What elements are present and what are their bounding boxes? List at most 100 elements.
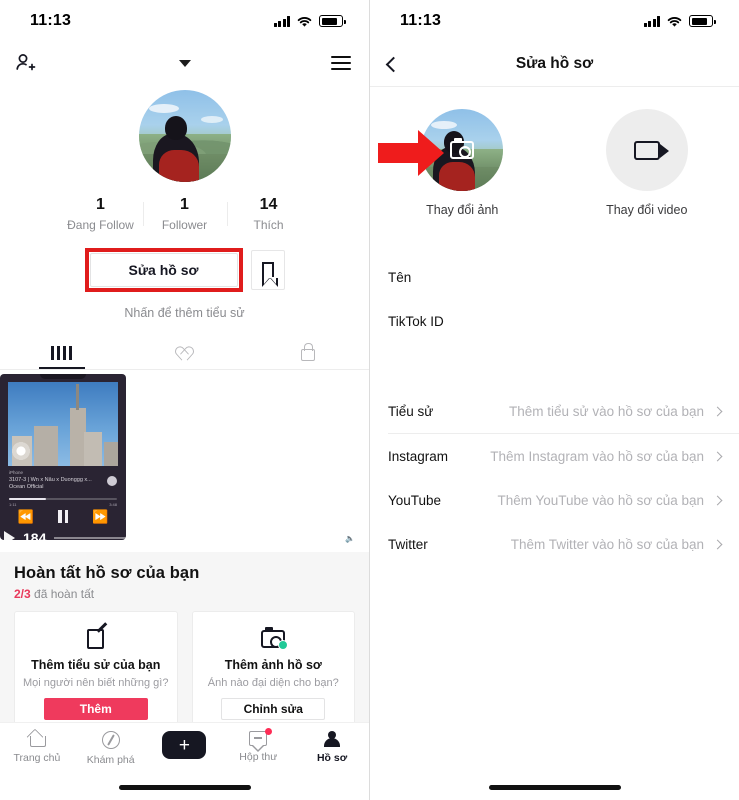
stat-value: 1 <box>96 196 105 213</box>
bookmark-button[interactable] <box>250 250 285 290</box>
wifi-icon <box>667 16 682 27</box>
bio-hint-text[interactable]: Nhấn để thêm tiểu sử <box>0 306 369 320</box>
hamburger-menu-icon[interactable] <box>331 56 351 70</box>
note-edit-icon <box>23 626 169 652</box>
field-value: Thêm tiểu sử vào hồ sơ của bạn <box>509 403 704 419</box>
dual-screen-comparison: 11:13 1 Đang Follow 1 Follower 14 Thích … <box>0 0 739 800</box>
fast-forward-icon[interactable]: ⏩ <box>92 510 108 523</box>
profile-screen: 11:13 1 Đang Follow 1 Follower 14 Thích … <box>0 0 370 800</box>
stat-likes[interactable]: 14 Thích <box>226 196 311 232</box>
status-bar-right: 11:13 <box>370 0 739 42</box>
grid-icon <box>51 345 72 360</box>
stat-value: 1 <box>180 196 189 213</box>
field-label: Tên <box>388 269 412 285</box>
field-label: Twitter <box>388 536 428 552</box>
cellular-signal-icon <box>643 15 660 27</box>
field-twitter[interactable]: Twitter Thêm Twitter vào hồ sơ của bạn <box>370 522 739 566</box>
home-icon <box>28 731 46 747</box>
nav-item-home[interactable]: Trang chủ <box>0 731 74 764</box>
video-camera-icon <box>633 140 669 160</box>
plus-icon[interactable]: + <box>158 731 211 759</box>
chevron-down-icon[interactable] <box>178 59 191 67</box>
field-youtube[interactable]: YouTube Thêm YouTube vào hồ sơ của bạn <box>370 478 739 522</box>
rewind-icon[interactable]: ⏪ <box>18 510 34 523</box>
card-desc: Mọi người nên biết những gì? <box>23 677 169 689</box>
play-icon <box>4 531 15 545</box>
stat-following[interactable]: 1 Đang Follow <box>59 196 143 232</box>
stat-followers[interactable]: 1 Follower <box>142 196 227 232</box>
profile-video-placeholder[interactable] <box>605 109 688 191</box>
field-name[interactable]: Tên <box>370 255 739 299</box>
chevron-right-icon <box>712 539 723 549</box>
home-indicator <box>118 785 251 790</box>
nav-item-create[interactable]: + <box>148 731 222 759</box>
track-meta: iPhone 3107-3 | Wn x Nâu x Duonggg x... … <box>9 470 117 490</box>
nav-label: Hồ sơ <box>316 752 348 764</box>
nav-item-profile[interactable]: Hồ sơ <box>295 731 369 764</box>
nav-item-discover[interactable]: Khám phá <box>74 731 148 766</box>
completion-progress-count: 2/3 <box>14 587 31 601</box>
liked-heart-icon <box>176 345 193 360</box>
track-artist: Ocean Official <box>9 484 44 490</box>
field-instagram[interactable]: Instagram Thêm Instagram vào hồ sơ của b… <box>370 434 739 478</box>
nav-label: Khám phá <box>86 754 135 766</box>
stat-label: Follower <box>161 218 208 232</box>
status-indicators <box>643 15 716 28</box>
home-indicator <box>488 785 621 790</box>
tab-private[interactable] <box>246 336 369 369</box>
profile-actions: Sửa hồ sơ <box>0 248 369 292</box>
status-time: 11:13 <box>30 12 72 29</box>
completion-title: Hoàn tất hồ sơ của bạn <box>14 564 200 582</box>
card-cta-add[interactable]: Thêm <box>43 698 148 720</box>
compass-icon <box>101 731 120 749</box>
chevron-right-icon <box>712 406 723 416</box>
edit-profile-screen: 11:13 Sửa hồ sơ Thay đổi ảnh Thay đổi vi… <box>370 0 739 800</box>
volume-slider[interactable] <box>54 533 338 543</box>
seek-bar[interactable]: 1:11 3:48 <box>9 498 117 507</box>
change-video-option[interactable]: Thay đổi video <box>555 109 739 217</box>
edit-profile-button[interactable]: Sửa hồ sơ <box>89 253 238 287</box>
tab-videos[interactable] <box>0 336 123 369</box>
nav-item-inbox[interactable]: Hộp thư <box>221 728 295 763</box>
pause-icon[interactable] <box>58 510 68 523</box>
video-preview-image <box>8 382 118 466</box>
profile-stats: 1 Đang Follow 1 Follower 14 Thích <box>0 196 369 232</box>
stat-label: Thích <box>253 218 284 232</box>
status-time: 11:13 <box>400 12 442 29</box>
album-art-icon <box>107 476 117 486</box>
video-thumbnail[interactable]: iPhone 3107-3 | Wn x Nâu x Duonggg x... … <box>0 374 126 540</box>
field-label: YouTube <box>388 492 442 508</box>
wifi-icon <box>297 16 312 27</box>
profile-avatar[interactable] <box>138 90 231 182</box>
field-value-wrap: Thêm Instagram vào hồ sơ của bạn <box>490 448 723 464</box>
field-tiktok-id[interactable]: TikTok ID <box>370 299 739 343</box>
card-desc: Ảnh nào đại diện cho bạn? <box>207 677 339 689</box>
field-bio[interactable]: Tiểu sử Thêm tiểu sử vào hồ sơ của bạn <box>370 389 739 433</box>
camera-check-icon <box>201 626 347 652</box>
completion-progress: 2/3 đã hoàn tất <box>14 587 355 601</box>
field-label: Instagram <box>388 448 449 464</box>
field-value: Thêm Instagram vào hồ sơ của bạn <box>490 448 704 464</box>
card-cta-edit[interactable]: Chỉnh sửa <box>221 698 326 720</box>
battery-icon <box>319 15 346 27</box>
edit-profile-highlight-box: Sửa hồ sơ <box>84 248 243 292</box>
add-person-icon[interactable] <box>14 51 38 75</box>
completion-card-photo[interactable]: Thêm ảnh hồ sơ Ảnh nào đại diện cho bạn?… <box>191 611 355 727</box>
speaker-icon: 🔈 <box>345 533 355 543</box>
completion-card-bio[interactable]: Thêm tiểu sử của bạn Mọi người nên biết … <box>14 611 178 727</box>
card-title: Thêm tiểu sử của bạn <box>31 658 161 672</box>
field-label: TikTok ID <box>388 313 444 329</box>
back-chevron-icon[interactable] <box>385 56 402 72</box>
stat-value: 14 <box>259 196 278 213</box>
playback-controls: ⏪ ⏩ <box>0 510 126 523</box>
nav-label: Trang chủ <box>13 752 61 764</box>
chevron-right-icon <box>712 451 723 461</box>
change-photo-label: Thay đổi ảnh <box>426 203 499 217</box>
profile-completion-card: Hoàn tất hồ sơ của bạn 2/3 đã hoàn tất T… <box>0 552 369 727</box>
field-value: Thêm YouTube vào hồ sơ của bạn <box>497 492 705 508</box>
tab-liked[interactable] <box>123 336 246 369</box>
track-source: iPhone <box>9 470 24 475</box>
cellular-signal-icon <box>273 15 290 27</box>
person-icon <box>323 731 341 747</box>
